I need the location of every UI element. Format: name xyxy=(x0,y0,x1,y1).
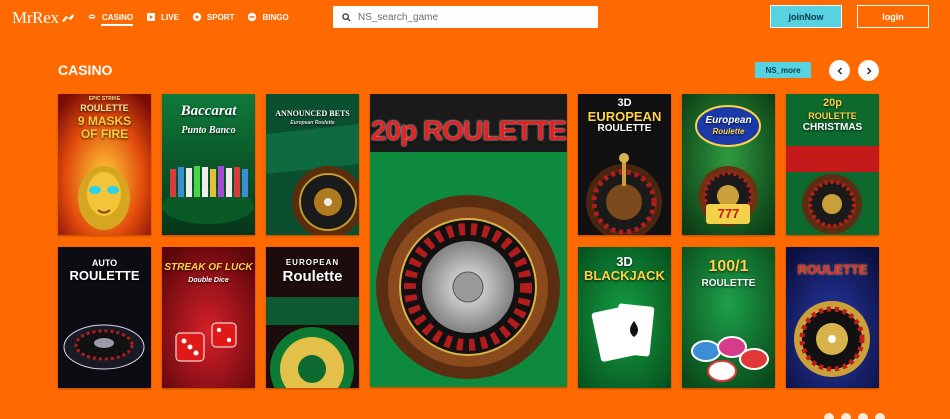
tile-title-line2: ROULETTE xyxy=(701,278,756,289)
tile-title-line1: STREAK OF LUCK xyxy=(164,262,253,273)
more-button[interactable]: NS_more xyxy=(755,62,811,78)
game-tile-european-roulette-777[interactable]: European Roulette 777 xyxy=(682,94,775,235)
game-tile-100-1-roulette[interactable]: 100/1 ROULETTE xyxy=(682,247,775,388)
tile-title-line1: 100/1 xyxy=(708,258,749,275)
carousel-dot[interactable] xyxy=(858,413,868,419)
tile-title-line2: EUROPEAN xyxy=(587,109,662,124)
nav-bingo-label: BINGO xyxy=(262,12,289,22)
search-box[interactable] xyxy=(333,6,598,28)
game-tile-streak-of-luck[interactable]: STREAK OF LUCK Double Dice xyxy=(162,247,255,388)
game-tile-auto-roulette[interactable]: AUTO ROULETTE xyxy=(58,247,151,388)
nav-casino[interactable]: CASINO xyxy=(87,12,134,26)
logo-text: MrRex xyxy=(12,8,59,27)
search-icon xyxy=(342,12,351,22)
ball-icon xyxy=(192,12,202,22)
tile-title-line3: CHRISTMAS xyxy=(802,122,863,133)
tile-title-line3: OF FIRE xyxy=(80,127,129,141)
search-input[interactable] xyxy=(358,11,578,23)
tile-title-line1: ANNOUNCED BETS xyxy=(275,109,350,118)
nav-casino-label: CASINO xyxy=(102,12,134,22)
tile-title-line1: Baccarat xyxy=(180,103,237,119)
game-tile-roulette[interactable]: ROULETTE xyxy=(786,247,879,388)
tile-title-line2: ROULETTE xyxy=(69,268,140,283)
tile-title-line2: BLACKJACK xyxy=(584,268,665,283)
tile-title-line2: Punto Banco xyxy=(181,125,236,136)
bingo-icon xyxy=(248,12,257,22)
live-icon xyxy=(147,13,156,21)
join-now-button[interactable]: joinNow xyxy=(770,5,842,28)
mrrex-logo[interactable]: MrRex xyxy=(12,8,75,28)
tile-title-line2: Roulette xyxy=(282,268,343,285)
tile-title-line1: 3D xyxy=(616,254,633,269)
tile-title-line1: 3D xyxy=(617,97,632,109)
nav-bingo[interactable]: BINGO xyxy=(247,12,289,22)
tile-title-line2: European Roulette xyxy=(290,120,335,126)
carousel-next-button[interactable] xyxy=(858,60,879,81)
chevron-left-icon xyxy=(836,66,842,75)
chevron-right-icon xyxy=(866,66,872,75)
tile-eyebrow: EPIC STRIKE xyxy=(88,96,121,102)
tile-title-line2: Roulette xyxy=(712,127,745,136)
tile-title-line3: ROULETTE xyxy=(597,123,652,134)
tile-title-line1: EUROPEAN xyxy=(285,258,340,267)
tile-title-line1: European xyxy=(705,115,752,126)
nav-live-label: LIVE xyxy=(161,12,179,22)
tile-title-line1: 20p xyxy=(823,97,842,109)
section-title: CASINO xyxy=(58,62,113,78)
carousel-dots xyxy=(824,413,885,419)
game-tile-3d-european-roulette[interactable]: 3D EUROPEAN ROULETTE xyxy=(578,94,671,235)
tile-title: 20p ROULETTE xyxy=(371,115,567,146)
main-nav: CASINO LIVE SPORT BINGO xyxy=(87,12,302,26)
dino-logo-icon xyxy=(61,14,74,22)
nav-sport[interactable]: SPORT xyxy=(192,12,235,22)
tile-title-line2: Double Dice xyxy=(188,277,229,284)
game-tile-baccarat[interactable]: Baccarat Punto Banco xyxy=(162,94,255,235)
tile-title-line2: ROULETTE xyxy=(808,111,857,121)
cards-icon xyxy=(88,14,96,19)
game-tile-9-masks-of-fire[interactable]: EPIC STRIKE ROULETTE 9 MASKS OF FIRE xyxy=(58,94,151,235)
game-tile-3d-blackjack[interactable]: 3D BLACKJACK xyxy=(578,247,671,388)
tile-title: ROULETTE xyxy=(797,262,868,277)
game-tile-european-roulette[interactable]: EUROPEAN Roulette xyxy=(266,247,359,388)
game-tile-20p-roulette[interactable]: 20p ROULETTE xyxy=(370,94,567,387)
game-tile-announced-bets[interactable]: ANNOUNCED BETS European Roulette xyxy=(266,94,359,235)
nav-sport-label: SPORT xyxy=(206,12,235,22)
game-tile-20p-roulette-christmas[interactable]: 20p ROULETTE CHRISTMAS xyxy=(786,94,879,235)
tile-title-line1: ROULETTE xyxy=(80,103,129,113)
tile-badge: 777 xyxy=(717,206,740,221)
carousel-prev-button[interactable] xyxy=(829,60,850,81)
carousel-dot[interactable] xyxy=(841,413,851,419)
carousel-dot[interactable] xyxy=(824,413,834,419)
carousel-dot[interactable] xyxy=(875,413,885,419)
nav-live[interactable]: LIVE xyxy=(146,12,179,22)
login-button[interactable]: login xyxy=(857,5,929,28)
tile-title-line2: 9 MASKS xyxy=(77,114,132,128)
